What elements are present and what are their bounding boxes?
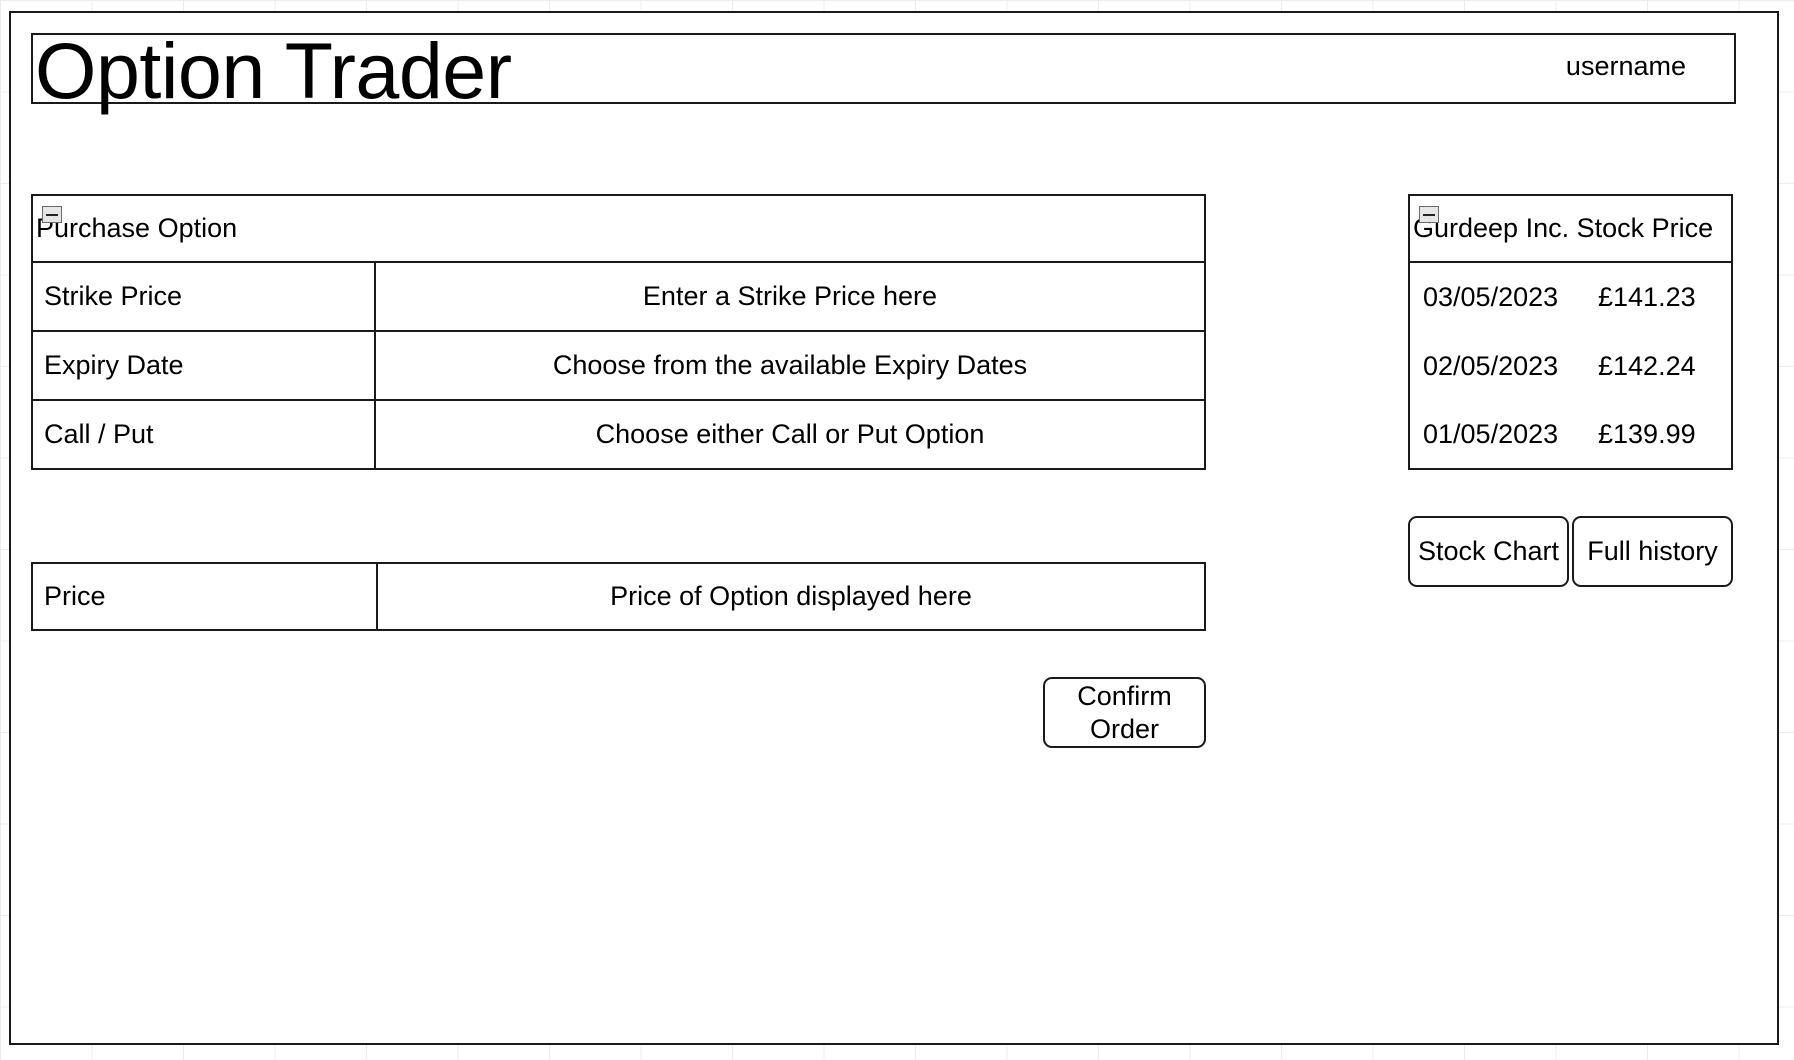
username-label[interactable]: username — [1566, 53, 1686, 80]
purchase-option-title: Purchase Option — [33, 196, 1206, 261]
option-price-row: Price Price of Option displayed here — [33, 564, 1206, 631]
option-price-panel: Price Price of Option displayed here — [31, 562, 1206, 631]
call-put-label: Call / Put — [33, 401, 376, 468]
stock-chart-button[interactable]: Stock Chart — [1408, 516, 1569, 587]
stock-price-row: 03/05/2023 £141.23 — [1410, 263, 1733, 332]
purchase-option-panel: Purchase Option Strike Price Enter a Str… — [31, 194, 1206, 470]
confirm-order-button[interactable]: Confirm Order — [1043, 677, 1206, 748]
strike-price-input[interactable]: Enter a Strike Price here — [376, 263, 1206, 330]
stock-price: £141.23 — [1598, 282, 1696, 312]
stock-date: 03/05/2023 — [1423, 282, 1559, 312]
expiry-date-label: Expiry Date — [33, 332, 376, 399]
full-history-button[interactable]: Full history — [1572, 516, 1733, 587]
price-label: Price — [33, 564, 378, 629]
stock-price-header: Gurdeep Inc. Stock Price — [1410, 196, 1733, 263]
collapse-minus-icon[interactable] — [1419, 206, 1439, 223]
stock-price-row: 02/05/2023 £142.24 — [1410, 332, 1733, 401]
purchase-option-header: Purchase Option — [33, 196, 1206, 263]
strike-price-label: Strike Price — [33, 263, 376, 330]
stock-price-panel: Gurdeep Inc. Stock Price 03/05/2023 £141… — [1408, 194, 1733, 470]
stock-price-row: 01/05/2023 £139.99 — [1410, 401, 1733, 470]
app-header: Option Trader username — [31, 31, 1736, 110]
stock-price-title: Gurdeep Inc. Stock Price — [1413, 213, 1714, 243]
stock-date: 02/05/2023 — [1423, 351, 1559, 381]
collapse-minus-icon[interactable] — [42, 206, 62, 223]
expiry-date-select[interactable]: Choose from the available Expiry Dates — [376, 332, 1206, 399]
call-put-select[interactable]: Choose either Call or Put Option — [376, 401, 1206, 468]
strike-price-row: Strike Price Enter a Strike Price here — [33, 263, 1206, 332]
app-title: Option Trader — [35, 26, 512, 115]
stock-date: 01/05/2023 — [1423, 419, 1559, 449]
expiry-date-row: Expiry Date Choose from the available Ex… — [33, 332, 1206, 401]
stock-price: £142.24 — [1598, 351, 1696, 381]
stock-price: £139.99 — [1598, 419, 1696, 449]
call-put-row: Call / Put Choose either Call or Put Opt… — [33, 401, 1206, 470]
option-price-value: Price of Option displayed here — [378, 564, 1206, 629]
